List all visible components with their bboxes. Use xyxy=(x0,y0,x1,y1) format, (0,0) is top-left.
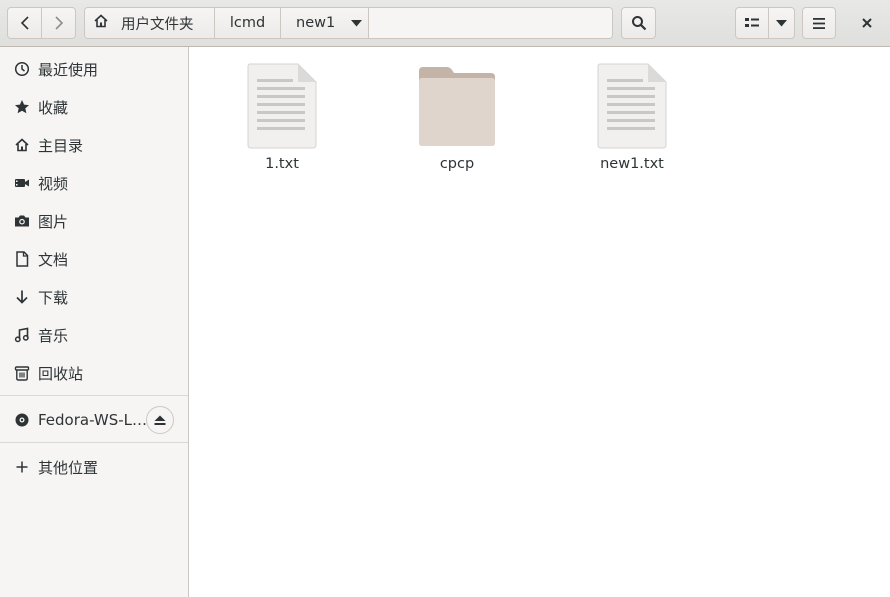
sidebar-item-label: 回收站 xyxy=(38,364,84,383)
file-name: 1.txt xyxy=(265,156,299,172)
view-options-button[interactable] xyxy=(768,7,795,39)
sidebar-item-label: 最近使用 xyxy=(38,60,99,79)
breadcrumb-lcmd[interactable]: lcmd xyxy=(215,8,281,38)
file-item[interactable]: 1.txt xyxy=(212,63,352,183)
text-file-icon xyxy=(247,63,317,149)
disc-icon xyxy=(14,412,30,428)
clock-icon xyxy=(14,61,30,77)
sidebar-item-label: 文档 xyxy=(38,250,69,269)
chevron-right-icon xyxy=(54,16,63,30)
sidebar-item-pictures[interactable]: 图片 xyxy=(0,202,188,240)
sidebar-item-downloads[interactable]: 下载 xyxy=(0,278,188,316)
chevron-left-icon xyxy=(20,16,29,30)
breadcrumb-new1[interactable]: new1 xyxy=(281,8,369,38)
path-bar-empty-area xyxy=(369,8,612,38)
home-icon xyxy=(14,137,30,153)
breadcrumb-label: lcmd xyxy=(229,15,266,31)
path-bar: 用户文件夹 lcmd new1 xyxy=(84,7,613,39)
file-name: new1.txt xyxy=(600,156,664,172)
sidebar-divider xyxy=(0,442,188,443)
close-button[interactable] xyxy=(852,7,882,39)
caret-down-icon xyxy=(351,15,363,31)
folder-name: cpcp xyxy=(439,156,475,172)
sidebar: 最近使用 收藏 主目录 视频 图片 文档 下载 音乐 回收站 Fedora-WS… xyxy=(0,47,189,597)
back-button[interactable] xyxy=(7,7,42,39)
main-menu-button[interactable] xyxy=(802,7,836,39)
sidebar-item-documents[interactable]: 文档 xyxy=(0,240,188,278)
breadcrumb-label: 用户文件夹 xyxy=(121,16,194,33)
sidebar-item-device[interactable]: Fedora-WS-L… xyxy=(0,401,188,439)
sidebar-item-home[interactable]: 主目录 xyxy=(0,126,188,164)
sidebar-item-other-locations[interactable]: 其他位置 xyxy=(0,448,188,486)
sidebar-item-label: 视频 xyxy=(38,174,69,193)
star-icon xyxy=(14,99,30,115)
view-toggle-button[interactable] xyxy=(735,7,769,39)
sidebar-item-videos[interactable]: 视频 xyxy=(0,164,188,202)
header-bar: 用户文件夹 lcmd new1 xyxy=(0,0,890,47)
sidebar-item-label: 下载 xyxy=(38,288,69,307)
music-icon xyxy=(14,327,30,343)
sidebar-item-label: 收藏 xyxy=(38,98,69,117)
eject-button[interactable] xyxy=(146,406,174,434)
sidebar-item-starred[interactable]: 收藏 xyxy=(0,88,188,126)
list-view-icon xyxy=(745,18,759,27)
video-icon xyxy=(14,175,30,191)
camera-icon xyxy=(14,213,30,229)
sidebar-item-recent[interactable]: 最近使用 xyxy=(0,50,188,88)
document-icon xyxy=(14,251,30,267)
sidebar-item-label: 主目录 xyxy=(38,136,84,155)
sidebar-item-label: Fedora-WS-L… xyxy=(38,411,148,429)
folder-item[interactable]: cpcp xyxy=(387,63,527,183)
caret-down-icon xyxy=(776,19,787,26)
download-icon xyxy=(14,289,30,305)
trash-icon xyxy=(14,365,30,381)
home-icon xyxy=(93,13,109,33)
sidebar-item-trash[interactable]: 回收站 xyxy=(0,354,188,392)
sidebar-item-label: 图片 xyxy=(38,212,69,231)
sidebar-item-music[interactable]: 音乐 xyxy=(0,316,188,354)
file-item[interactable]: new1.txt xyxy=(562,63,702,183)
sidebar-item-label: 音乐 xyxy=(38,326,69,345)
text-file-icon xyxy=(597,63,667,149)
breadcrumb-label: new1 xyxy=(296,15,336,31)
sidebar-divider xyxy=(0,395,188,396)
search-icon xyxy=(631,16,646,31)
close-icon xyxy=(862,18,872,28)
eject-icon xyxy=(154,415,166,425)
search-button[interactable] xyxy=(621,7,656,39)
breadcrumb-home[interactable]: 用户文件夹 xyxy=(85,8,215,38)
forward-button[interactable] xyxy=(41,7,76,39)
plus-icon xyxy=(14,459,30,475)
folder-icon xyxy=(419,67,495,146)
sidebar-item-label: 其他位置 xyxy=(38,458,99,477)
hamburger-icon xyxy=(813,17,825,29)
